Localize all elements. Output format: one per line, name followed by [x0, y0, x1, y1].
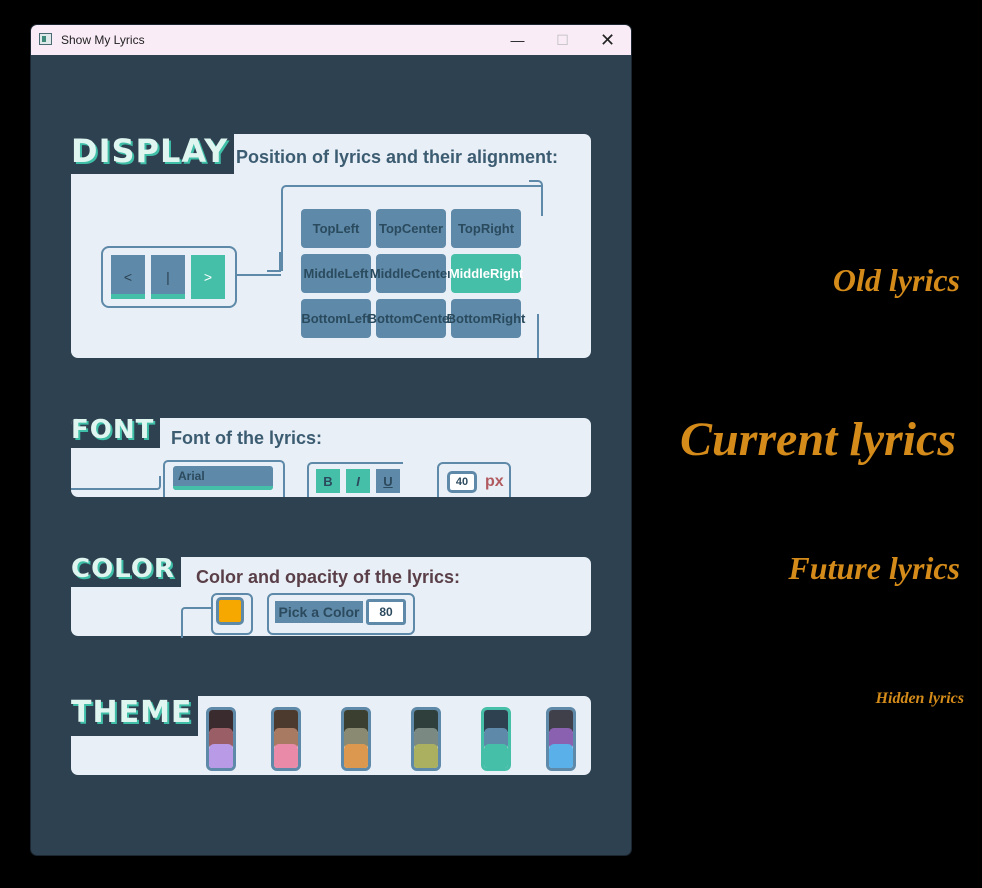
theme-label: THEME: [65, 692, 199, 736]
display-heading: Position of lyrics and their alignment:: [236, 147, 559, 167]
connector-line: [181, 607, 213, 638]
alignment-group: < | >: [101, 246, 237, 308]
hidden-lyrics: Hidden lyrics: [875, 690, 964, 707]
future-lyrics: Future lyrics: [788, 550, 960, 586]
connector-line: [71, 476, 161, 490]
connector-line: [537, 314, 551, 358]
italic-button[interactable]: I: [346, 469, 370, 493]
theme-option[interactable]: [341, 707, 371, 771]
position-top-left[interactable]: Top Left: [301, 209, 371, 248]
font-size-unit: px: [485, 473, 504, 490]
position-top-center[interactable]: Top Center: [376, 209, 446, 248]
position-middle-right[interactable]: Middle Right: [449, 254, 523, 293]
theme-option[interactable]: [271, 707, 301, 771]
position-bottom-left[interactable]: Bottom Left: [301, 299, 371, 338]
font-label: FONT: [71, 418, 161, 448]
display-label: DISPLAY: [65, 130, 235, 174]
theme-option[interactable]: [411, 707, 441, 771]
bold-button[interactable]: B: [316, 469, 340, 493]
current-lyrics: Current lyrics: [679, 413, 956, 466]
color-heading: Color and opacity of the lyrics:: [196, 567, 461, 587]
font-section: FONT Font of the lyrics: Arial B I U 40 …: [71, 418, 591, 497]
theme-option[interactable]: [206, 707, 236, 771]
font-size-input[interactable]: 40: [447, 471, 477, 493]
app-window: Show My Lyrics — ☐ ✕ DISPLAY Position of…: [31, 25, 631, 855]
position-bottom-center[interactable]: Bottom Center: [368, 299, 454, 338]
app-icon: [39, 33, 52, 45]
window-title: Show My Lyrics: [61, 33, 145, 47]
connector-line: [267, 252, 281, 272]
align-right-button[interactable]: >: [191, 255, 225, 299]
font-family-select[interactable]: Arial: [173, 466, 273, 490]
minimize-button[interactable]: —: [495, 25, 540, 55]
theme-section: THEME: [65, 692, 591, 775]
color-section: COLOR Color and opacity of the lyrics: P…: [65, 553, 591, 638]
font-heading: Font of the lyrics:: [171, 428, 323, 448]
connector-line: [237, 274, 281, 284]
align-left-button[interactable]: <: [111, 255, 145, 299]
position-bottom-right[interactable]: Bottom Right: [447, 299, 525, 338]
connector-line: [529, 180, 543, 216]
title-bar[interactable]: Show My Lyrics — ☐ ✕: [31, 25, 631, 55]
theme-option[interactable]: [546, 707, 576, 771]
opacity-input[interactable]: 80: [366, 599, 406, 625]
color-swatch[interactable]: [216, 597, 244, 625]
close-button[interactable]: ✕: [585, 25, 630, 55]
position-top-right[interactable]: Top Right: [451, 209, 521, 248]
position-middle-center[interactable]: Middle Center: [370, 254, 452, 293]
align-center-button[interactable]: |: [151, 255, 185, 299]
display-section: DISPLAY Position of lyrics and their ali…: [65, 130, 591, 358]
color-label: COLOR: [65, 553, 181, 587]
theme-option-active[interactable]: [481, 707, 511, 771]
maximize-button[interactable]: ☐: [540, 25, 585, 55]
old-lyrics: Old lyrics: [832, 262, 960, 298]
position-middle-left[interactable]: Middle Left: [301, 254, 371, 293]
underline-button[interactable]: U: [376, 469, 400, 493]
pick-color-button[interactable]: Pick a Color: [275, 601, 363, 623]
